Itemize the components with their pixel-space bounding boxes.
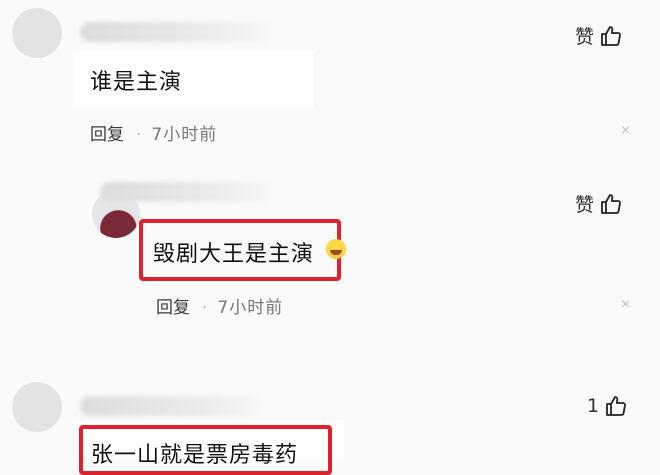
username-blurred xyxy=(80,22,270,42)
like-label: 赞 xyxy=(575,26,595,48)
thumbs-up-icon xyxy=(599,24,623,48)
reply-button[interactable]: 回复 xyxy=(156,298,190,318)
comment-text: 张一山就是票房毒药 xyxy=(91,443,299,468)
comment-meta: 回复 · 7小时前 xyxy=(156,293,283,318)
close-icon[interactable]: × xyxy=(620,123,631,138)
like-button[interactable]: 1 xyxy=(587,394,628,418)
like-label: 赞 xyxy=(575,194,595,216)
comment-3: 张一山就是票房毒药 1 xyxy=(0,370,660,475)
comment-1: 谁是主演 回复 · 7小时前 赞 × xyxy=(0,0,660,150)
comment-text: 谁是主演 xyxy=(90,70,183,95)
like-button[interactable]: 赞 xyxy=(575,190,623,217)
comment-2: 毁剧大王是主演 回复 · 7小时前 赞 × xyxy=(0,170,660,340)
comment-text: 毁剧大王是主演 xyxy=(153,242,315,267)
avatar[interactable] xyxy=(12,8,62,58)
like-button[interactable]: 赞 xyxy=(575,22,623,49)
thumbs-up-icon xyxy=(599,192,623,216)
close-icon[interactable]: × xyxy=(620,297,631,312)
thumbs-up-icon xyxy=(604,394,628,418)
reply-button[interactable]: 回复 xyxy=(90,125,124,145)
like-count: 1 xyxy=(587,395,600,417)
emoji-icon xyxy=(326,239,346,259)
separator: · xyxy=(136,125,142,145)
username-blurred xyxy=(100,182,270,202)
comment-meta: 回复 · 7小时前 xyxy=(90,120,217,145)
avatar[interactable] xyxy=(12,382,62,432)
timestamp: 7小时前 xyxy=(217,298,284,318)
username-blurred xyxy=(80,396,260,416)
separator: · xyxy=(202,298,208,318)
timestamp: 7小时前 xyxy=(151,125,218,145)
